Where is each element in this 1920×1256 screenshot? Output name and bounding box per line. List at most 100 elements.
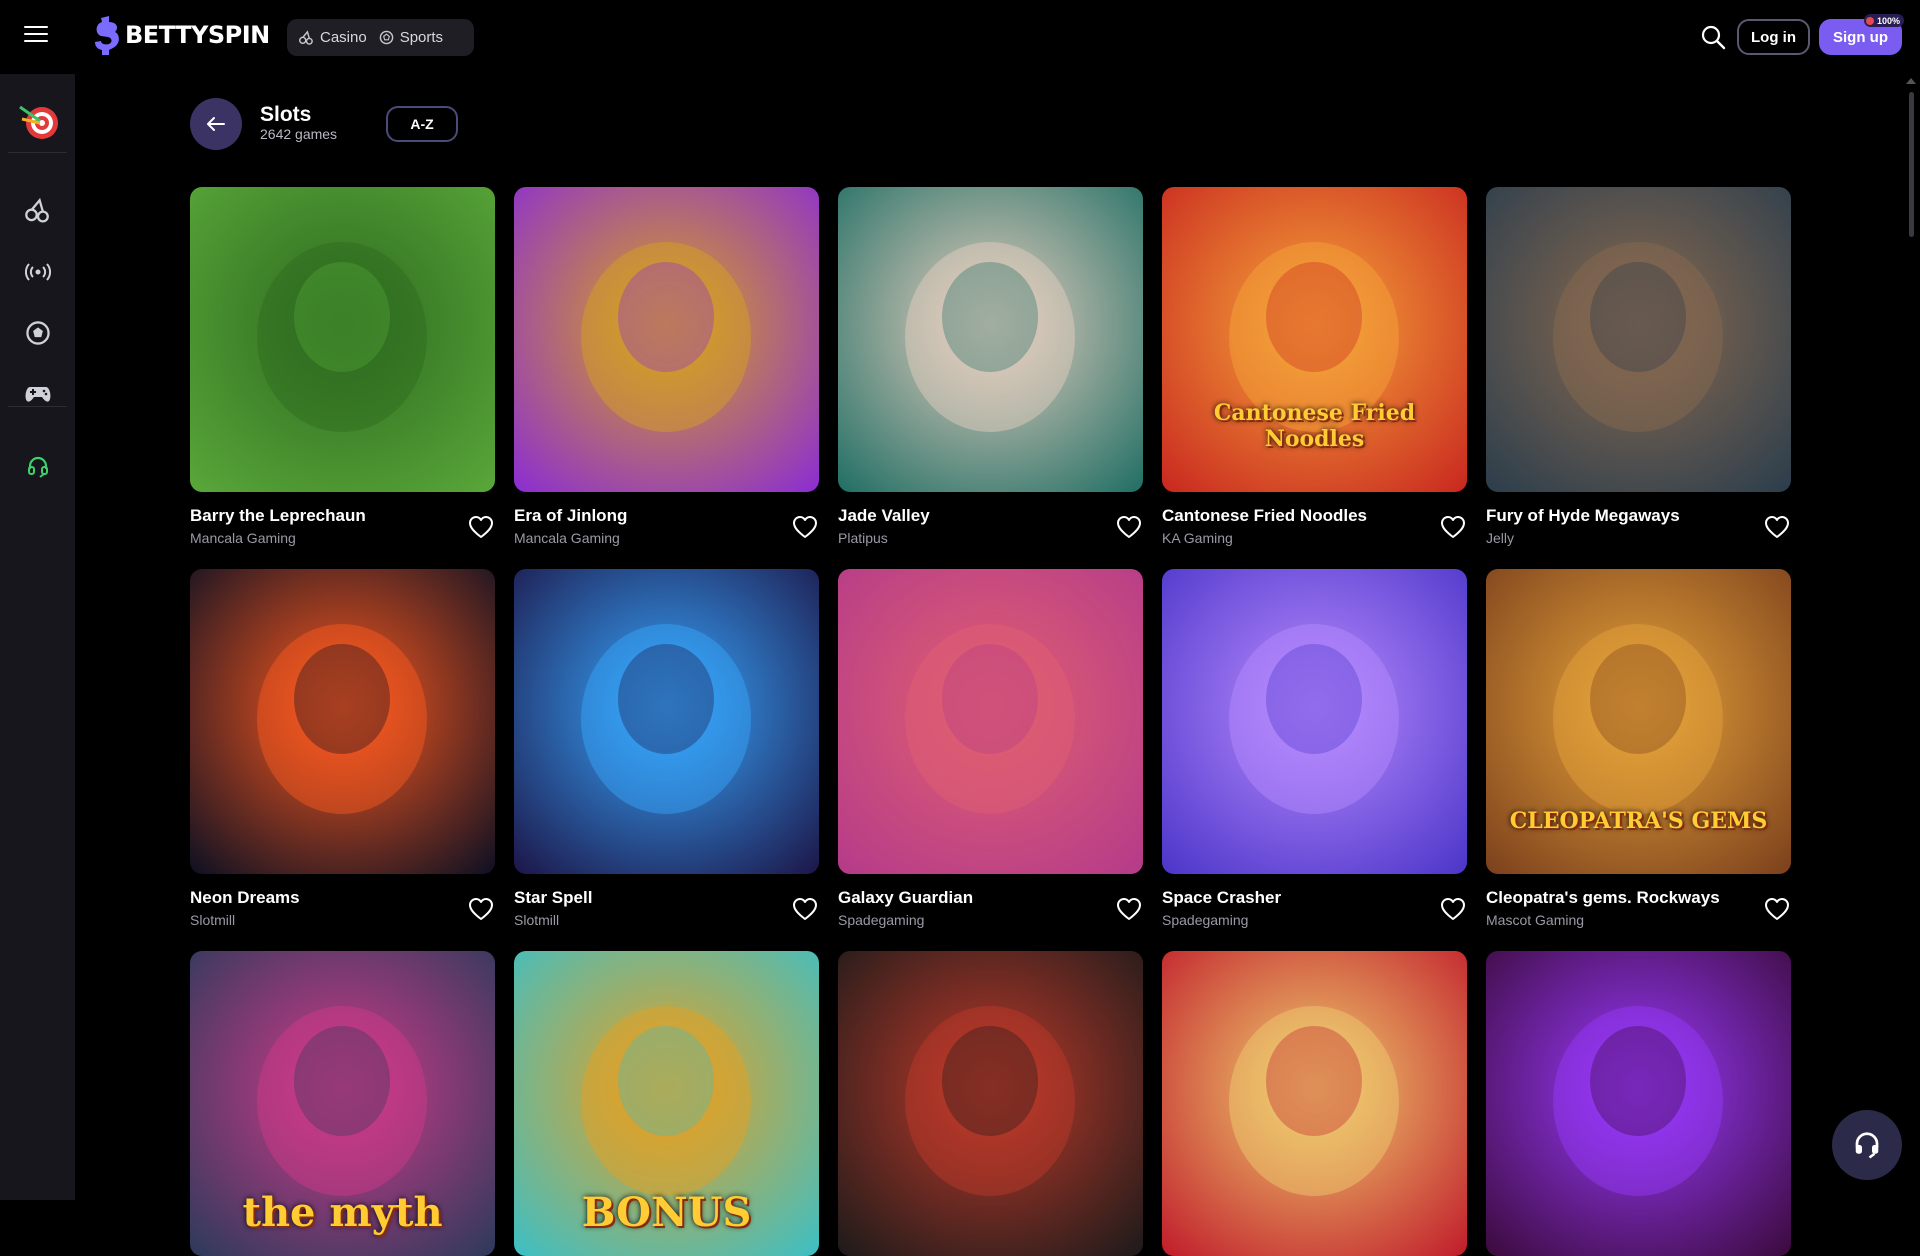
sidebar-item-support[interactable] (0, 443, 75, 491)
game-provider[interactable]: KA Gaming (1162, 530, 1233, 546)
sidebar-item-live[interactable] (0, 248, 75, 296)
nav-casino[interactable]: Casino (293, 23, 373, 53)
cherry-icon (24, 197, 49, 223)
gamepad-icon (25, 387, 50, 402)
brand-logo[interactable]: BETTYSPIN (93, 14, 270, 56)
game-card[interactable]: the myth (190, 951, 495, 1256)
logo-mark-icon (95, 16, 119, 55)
main-nav: Casino Sports (287, 19, 474, 56)
game-thumbnail[interactable]: BONUS (514, 951, 819, 1256)
game-name[interactable]: Jade Valley (838, 506, 930, 526)
game-thumbnail[interactable] (514, 569, 819, 874)
sidebar-item-esports[interactable] (0, 370, 75, 418)
game-provider[interactable]: Spadegaming (838, 912, 924, 928)
game-card[interactable]: CLEOPATRA'S GEMS Cleopatra's gems. Rockwa… (1486, 569, 1791, 928)
sort-az-button[interactable]: A-Z (386, 106, 458, 142)
game-card[interactable] (1486, 951, 1791, 1256)
game-provider[interactable]: Platipus (838, 530, 888, 546)
game-artwork (838, 569, 1143, 874)
game-thumbnail[interactable] (838, 569, 1143, 874)
game-card[interactable]: Galaxy Guardian Spadegaming (838, 569, 1143, 928)
back-button[interactable] (190, 98, 242, 150)
game-thumbnail[interactable] (1162, 951, 1467, 1256)
favorite-heart-icon[interactable] (1116, 515, 1142, 539)
game-provider[interactable]: Slotmill (190, 912, 235, 928)
game-provider[interactable]: Jelly (1486, 530, 1514, 546)
game-card[interactable]: Cantonese Fried Noodles Cantonese Fried N… (1162, 187, 1467, 546)
game-card[interactable]: Space Crasher Spadegaming (1162, 569, 1467, 928)
game-artwork (514, 569, 819, 874)
scrollbar-thumb[interactable] (1909, 92, 1914, 237)
favorite-heart-icon[interactable] (1440, 515, 1466, 539)
scroll-up-arrow[interactable] (1906, 78, 1916, 84)
game-name[interactable]: Barry the Leprechaun (190, 506, 366, 526)
game-card[interactable] (838, 951, 1143, 1256)
nav-sports[interactable]: Sports (373, 23, 449, 53)
game-title-art: CLEOPATRA'S GEMS (1509, 808, 1768, 834)
game-name[interactable]: Galaxy Guardian (838, 888, 973, 908)
game-card[interactable]: Star Spell Slotmill (514, 569, 819, 928)
game-thumbnail[interactable] (190, 569, 495, 874)
game-name[interactable]: Cantonese Fried Noodles (1162, 506, 1367, 526)
login-button[interactable]: Log in (1737, 19, 1810, 55)
game-name[interactable]: Space Crasher (1162, 888, 1281, 908)
search-icon[interactable] (1700, 24, 1726, 50)
favorite-heart-icon[interactable] (792, 897, 818, 921)
favorite-heart-icon[interactable] (1764, 515, 1790, 539)
game-thumbnail[interactable] (1162, 569, 1467, 874)
game-name[interactable]: Star Spell (514, 888, 592, 908)
game-thumbnail[interactable]: Cantonese Fried Noodles (1162, 187, 1467, 492)
game-artwork (838, 951, 1143, 1256)
game-artwork (514, 187, 819, 492)
game-card[interactable]: Fury of Hyde Megaways Jelly (1486, 187, 1791, 546)
game-card[interactable]: BONUS (514, 951, 819, 1256)
menu-icon[interactable] (24, 26, 48, 48)
game-card[interactable]: Barry the Leprechaun Mancala Gaming (190, 187, 495, 546)
game-thumbnail[interactable] (838, 187, 1143, 492)
headset-icon (27, 456, 48, 478)
game-card[interactable]: Neon Dreams Slotmill (190, 569, 495, 928)
favorite-heart-icon[interactable] (1116, 897, 1142, 921)
sidebar-divider (8, 152, 67, 153)
game-artwork (190, 569, 495, 874)
game-thumbnail[interactable] (514, 187, 819, 492)
game-artwork (1486, 187, 1791, 492)
sidebar-item-darts[interactable] (0, 90, 75, 152)
game-card[interactable]: Jade Valley Platipus (838, 187, 1143, 546)
sidebar-item-casino[interactable] (0, 186, 75, 234)
game-artwork (1162, 951, 1467, 1256)
game-thumbnail[interactable] (1486, 951, 1791, 1256)
game-name[interactable]: Era of Jinlong (514, 506, 627, 526)
game-artwork (1162, 569, 1467, 874)
game-thumbnail[interactable] (1486, 187, 1791, 492)
game-card[interactable]: Era of Jinlong Mancala Gaming (514, 187, 819, 546)
game-thumbnail[interactable]: the myth (190, 951, 495, 1256)
top-bar: BETTYSPIN Casino Sports Log in Sign up 1… (0, 0, 1920, 74)
favorite-heart-icon[interactable] (468, 897, 494, 921)
favorite-heart-icon[interactable] (1764, 897, 1790, 921)
bonus-badge-label: 100% (1877, 15, 1901, 26)
favorite-heart-icon[interactable] (1440, 897, 1466, 921)
sidebar-divider (8, 406, 67, 407)
favorite-heart-icon[interactable] (792, 515, 818, 539)
game-name[interactable]: Fury of Hyde Megaways (1486, 506, 1680, 526)
game-thumbnail[interactable] (190, 187, 495, 492)
game-provider[interactable]: Mascot Gaming (1486, 912, 1584, 928)
brand-name: BETTYSPIN (125, 21, 270, 49)
game-thumbnail[interactable] (838, 951, 1143, 1256)
darts-target-icon (18, 105, 58, 139)
support-chat-button[interactable] (1832, 1110, 1902, 1180)
game-provider[interactable]: Mancala Gaming (514, 530, 620, 546)
game-provider[interactable]: Spadegaming (1162, 912, 1248, 928)
live-broadcast-icon (24, 263, 51, 281)
game-thumbnail[interactable]: CLEOPATRA'S GEMS (1486, 569, 1791, 874)
game-name[interactable]: Neon Dreams (190, 888, 300, 908)
sidebar-item-sports[interactable] (0, 309, 75, 357)
game-name[interactable]: Cleopatra's gems. Rockways (1486, 888, 1720, 908)
game-provider[interactable]: Mancala Gaming (190, 530, 296, 546)
favorite-heart-icon[interactable] (468, 515, 494, 539)
game-card[interactable] (1162, 951, 1467, 1256)
game-provider[interactable]: Slotmill (514, 912, 559, 928)
game-title-art: the myth (242, 1189, 443, 1236)
bonus-dot-icon (1866, 16, 1874, 25)
